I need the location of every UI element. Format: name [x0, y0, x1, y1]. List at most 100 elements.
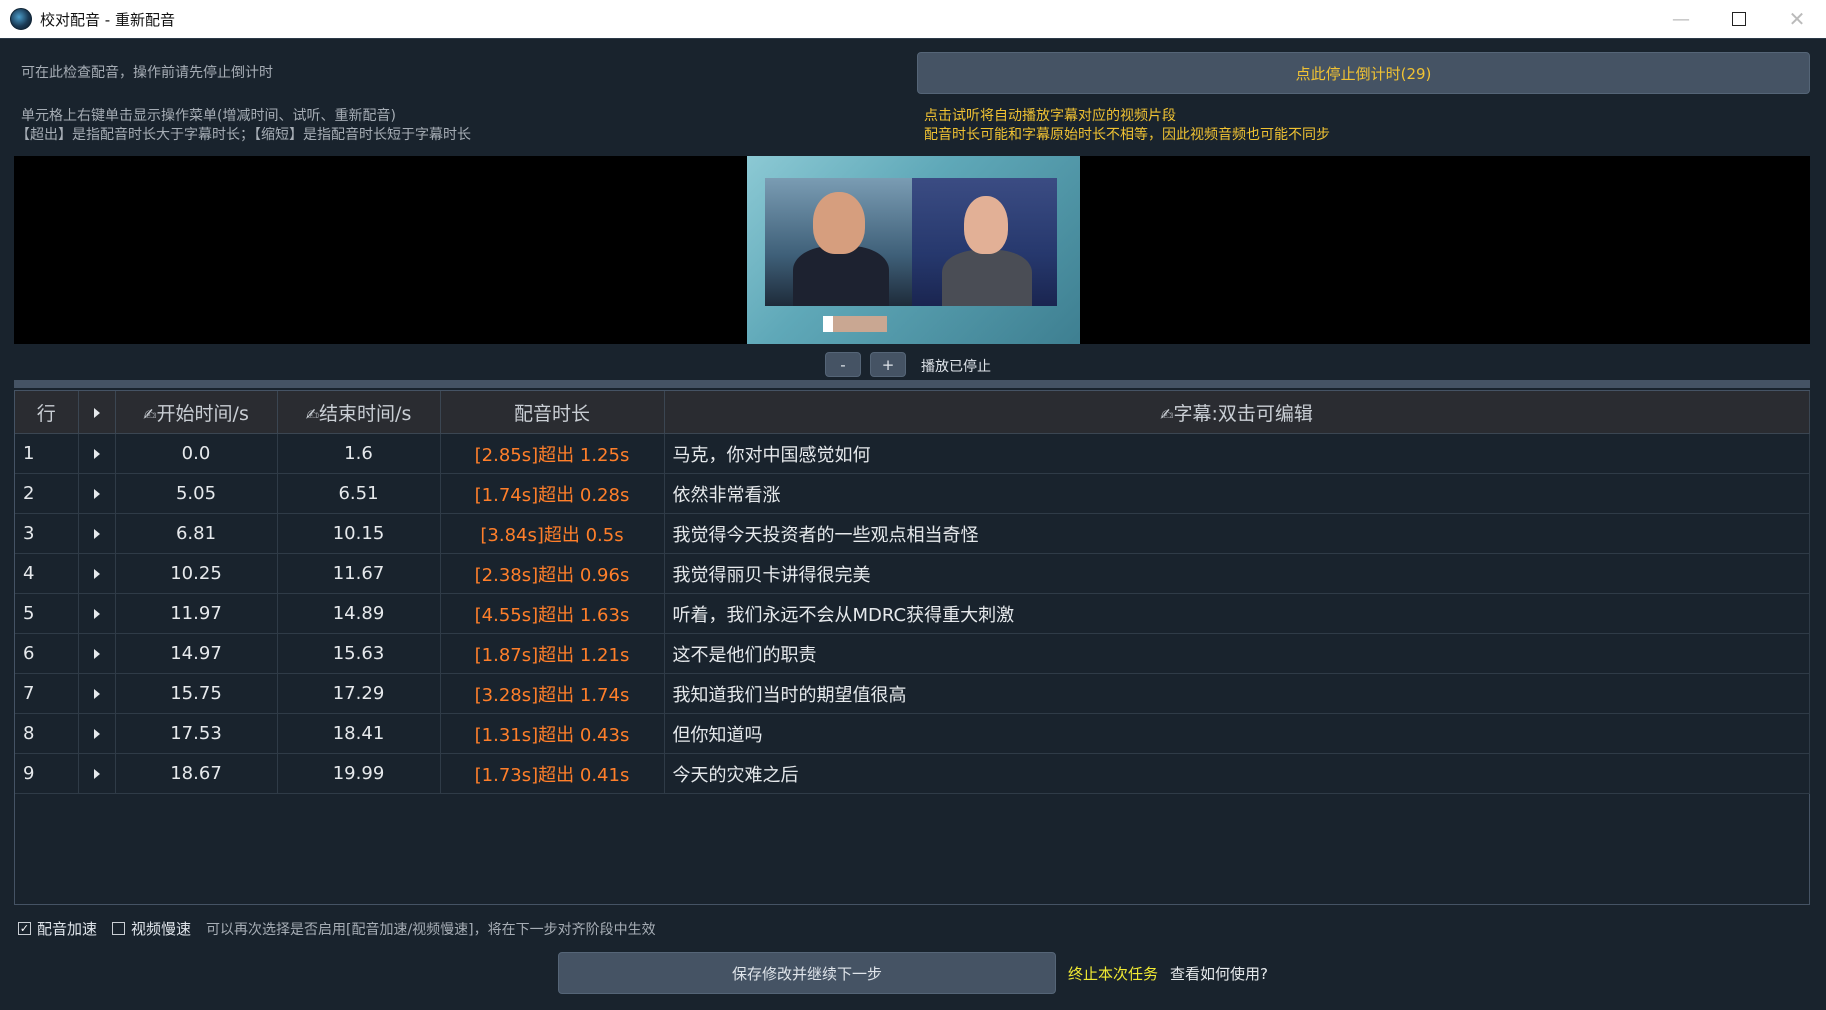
maximize-button[interactable] — [1710, 0, 1768, 38]
voice-speedup-checkbox[interactable]: ✓ 配音加速 — [18, 918, 97, 939]
cell-end-time[interactable]: 11.67 — [277, 553, 441, 594]
voice-speedup-checkbox-box[interactable]: ✓ — [18, 922, 31, 935]
cell-duration[interactable]: [3.28s]超出 1.74s — [440, 673, 665, 714]
cell-end-time[interactable]: 14.89 — [277, 593, 441, 634]
notice-duration-mismatch: 配音时长可能和字幕原始时长不相等，因此视频音频也可能不同步 — [924, 127, 1330, 143]
cell-play[interactable] — [78, 673, 116, 714]
cell-row-number[interactable]: 9 — [15, 753, 79, 794]
cell-end-time[interactable]: 19.99 — [277, 753, 441, 794]
cell-duration[interactable]: [1.74s]超出 0.28s — [440, 473, 665, 514]
cell-play[interactable] — [78, 553, 116, 594]
cell-end-time[interactable]: 6.51 — [277, 473, 441, 514]
cell-row-number[interactable]: 8 — [15, 713, 79, 754]
cell-end-time[interactable]: 1.6 — [277, 433, 441, 474]
header-end-time[interactable]: ✍结束时间/s — [277, 391, 441, 434]
cell-end-time[interactable]: 17.29 — [277, 673, 441, 714]
play-icon[interactable] — [93, 689, 100, 699]
cell-duration[interactable]: [1.31s]超出 0.43s — [440, 713, 665, 754]
cell-subtitle[interactable]: 依然非常看涨 — [664, 473, 1810, 514]
video-slowdown-checkbox-box[interactable] — [112, 922, 125, 935]
play-icon[interactable] — [93, 649, 100, 659]
table-row[interactable]: 1 0.0 1.6 [2.85s]超出 1.25s 马克，你对中国感觉如何 — [15, 433, 1810, 474]
cell-play[interactable] — [78, 753, 116, 794]
cell-row-number[interactable]: 7 — [15, 673, 79, 714]
table-header-row: 行 ✍开始时间/s ✍结束时间/s 配音时长 ✍字幕:双击可编辑 — [15, 391, 1810, 434]
table-row[interactable]: 4 10.25 11.67 [2.38s]超出 0.96s 我觉得丽贝卡讲得很完美 — [15, 553, 1810, 594]
cell-play[interactable] — [78, 513, 116, 554]
cell-subtitle[interactable]: 马克，你对中国感觉如何 — [664, 433, 1810, 474]
window-controls: — ✕ — [1652, 0, 1826, 38]
cell-subtitle[interactable]: 我知道我们当时的期望值很高 — [664, 673, 1810, 714]
table-row[interactable]: 8 17.53 18.41 [1.31s]超出 0.43s 但你知道吗 — [15, 713, 1810, 754]
cell-row-number[interactable]: 3 — [15, 513, 79, 554]
cell-play[interactable] — [78, 593, 116, 634]
speed-option-note: 可以再次选择是否启用[配音加速/视频慢速]，将在下一步对齐阶段中生效 — [206, 922, 656, 938]
close-button[interactable]: ✕ — [1768, 0, 1826, 38]
splitter-handle[interactable] — [14, 380, 1810, 388]
play-icon[interactable] — [93, 449, 100, 459]
cell-start-time[interactable]: 0.0 — [115, 433, 278, 474]
video-slowdown-checkbox[interactable]: 视频慢速 — [112, 918, 191, 939]
cell-subtitle[interactable]: 这不是他们的职责 — [664, 633, 1810, 674]
cell-row-number[interactable]: 4 — [15, 553, 79, 594]
cell-subtitle[interactable]: 我觉得丽贝卡讲得很完美 — [664, 553, 1810, 594]
cell-start-time[interactable]: 11.97 — [115, 593, 278, 634]
table-row[interactable]: 3 6.81 10.15 [3.84s]超出 0.5s 我觉得今天投资者的一些观点相当奇… — [15, 513, 1810, 554]
table-row[interactable]: 9 18.67 19.99 [1.73s]超出 0.41s 今天的灾难之后 — [15, 753, 1810, 794]
cell-duration[interactable]: [1.87s]超出 1.21s — [440, 633, 665, 674]
header-play[interactable] — [78, 391, 116, 434]
cell-end-time[interactable]: 18.41 — [277, 713, 441, 754]
cell-row-number[interactable]: 5 — [15, 593, 79, 634]
play-icon[interactable] — [93, 529, 100, 539]
play-icon[interactable] — [93, 609, 100, 619]
cell-row-number[interactable]: 2 — [15, 473, 79, 514]
cell-subtitle[interactable]: 但你知道吗 — [664, 713, 1810, 754]
decrease-button[interactable]: - — [825, 352, 861, 377]
cell-start-time[interactable]: 15.75 — [115, 673, 278, 714]
cell-start-time[interactable]: 18.67 — [115, 753, 278, 794]
header-row-number[interactable]: 行 — [15, 391, 79, 434]
video-player[interactable] — [14, 156, 1810, 344]
cell-play[interactable] — [78, 473, 116, 514]
increase-button[interactable]: + — [870, 352, 906, 377]
cell-start-time[interactable]: 10.25 — [115, 553, 278, 594]
table-row[interactable]: 7 15.75 17.29 [3.28s]超出 1.74s 我知道我们当时的期望值很高 — [15, 673, 1810, 714]
subtitle-table[interactable]: 行 ✍开始时间/s ✍结束时间/s 配音时长 ✍字幕:双击可编辑 1 0.0 1.6… — [14, 390, 1810, 905]
cell-duration[interactable]: [1.73s]超出 0.41s — [440, 753, 665, 794]
stop-countdown-button[interactable]: 点此停止倒计时(29) — [917, 52, 1810, 94]
play-icon[interactable] — [93, 569, 100, 579]
cell-play[interactable] — [78, 433, 116, 474]
cell-start-time[interactable]: 6.81 — [115, 513, 278, 554]
table-row[interactable]: 5 11.97 14.89 [4.55s]超出 1.63s 听着，我们永远不会从MDRC… — [15, 593, 1810, 634]
cell-row-number[interactable]: 6 — [15, 633, 79, 674]
play-icon[interactable] — [93, 769, 100, 779]
cell-start-time[interactable]: 5.05 — [115, 473, 278, 514]
minimize-button[interactable]: — — [1652, 0, 1710, 38]
video-panel-right — [912, 178, 1057, 306]
abort-task-link[interactable]: 终止本次任务 — [1068, 963, 1158, 984]
play-icon[interactable] — [93, 729, 100, 739]
cell-subtitle[interactable]: 我觉得今天投资者的一些观点相当奇怪 — [664, 513, 1810, 554]
cell-subtitle[interactable]: 今天的灾难之后 — [664, 753, 1810, 794]
table-row[interactable]: 6 14.97 15.63 [1.87s]超出 1.21s 这不是他们的职责 — [15, 633, 1810, 674]
header-subtitle[interactable]: ✍字幕:双击可编辑 — [664, 391, 1810, 434]
cell-end-time[interactable]: 10.15 — [277, 513, 441, 554]
help-link[interactable]: 查看如何使用? — [1170, 963, 1268, 984]
cell-play[interactable] — [78, 633, 116, 674]
cell-duration[interactable]: [3.84s]超出 0.5s — [440, 513, 665, 554]
cell-start-time[interactable]: 17.53 — [115, 713, 278, 754]
cell-play[interactable] — [78, 713, 116, 754]
header-duration[interactable]: 配音时长 — [440, 391, 665, 434]
cell-duration[interactable]: [4.55s]超出 1.63s — [440, 593, 665, 634]
play-icon[interactable] — [93, 489, 100, 499]
cell-duration[interactable]: [2.85s]超出 1.25s — [440, 433, 665, 474]
save-continue-button[interactable]: 保存修改并继续下一步 — [558, 952, 1056, 994]
cell-row-number[interactable]: 1 — [15, 433, 79, 474]
cell-end-time[interactable]: 15.63 — [277, 633, 441, 674]
table-row[interactable]: 2 5.05 6.51 [1.74s]超出 0.28s 依然非常看涨 — [15, 473, 1810, 514]
header-start-time[interactable]: ✍开始时间/s — [115, 391, 278, 434]
cell-duration[interactable]: [2.38s]超出 0.96s — [440, 553, 665, 594]
cell-start-time[interactable]: 14.97 — [115, 633, 278, 674]
header-start-time-label: 开始时间/s — [156, 402, 249, 425]
cell-subtitle[interactable]: 听着，我们永远不会从MDRC获得重大刺激 — [664, 593, 1810, 634]
